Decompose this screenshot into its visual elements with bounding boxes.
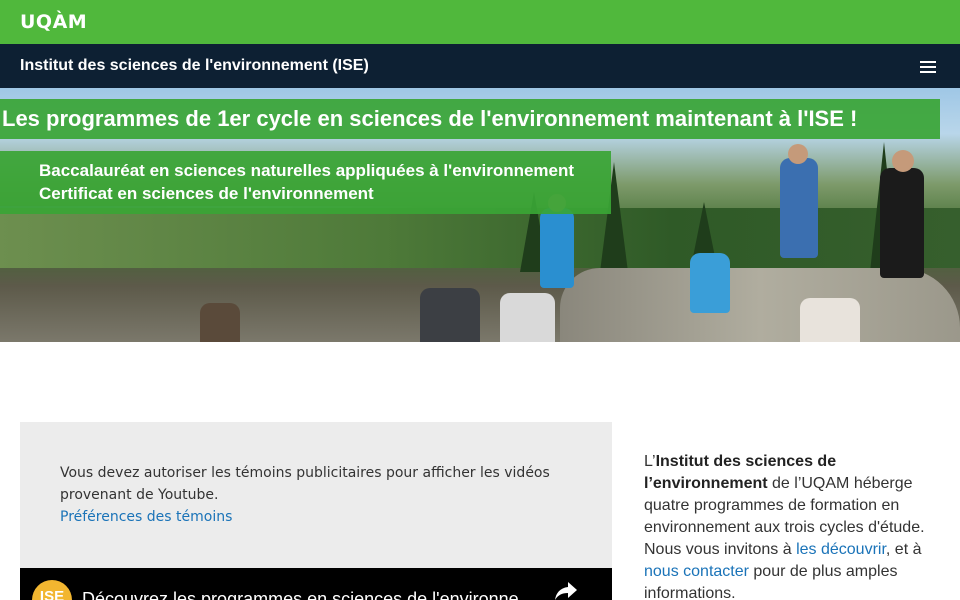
- hamburger-menu-icon[interactable]: [918, 57, 938, 75]
- hero-photo-person: [880, 168, 924, 278]
- site-title[interactable]: Institut des sciences de l'environnement…: [20, 56, 369, 76]
- contact-us-link[interactable]: nous contacter: [644, 563, 749, 580]
- cookie-consent-message: Vous devez autoriser les témoins publici…: [60, 465, 550, 503]
- hero-photo-person: [500, 293, 555, 342]
- discover-programs-link[interactable]: les découvrir: [796, 541, 886, 558]
- hero-photo-person: [780, 158, 818, 258]
- institute-intro-paragraph: L’Institut des sciences de l’environneme…: [644, 451, 934, 600]
- hero-headline: Les programmes de 1er cycle en sciences …: [2, 106, 858, 131]
- intro-text-2: , et à: [885, 541, 922, 558]
- uqam-logo[interactable]: UQÀM: [20, 11, 87, 33]
- uqam-top-bar: UQÀM: [0, 0, 960, 44]
- cookie-preferences-link[interactable]: Préférences des témoins: [60, 506, 232, 528]
- hero-photo-person: [540, 208, 574, 288]
- hero-banner[interactable]: Les programmes de 1er cycle en sciences …: [0, 88, 960, 342]
- hero-program-bachelor: Baccalauréat en sciences naturelles appl…: [39, 161, 575, 180]
- hero-photo-person: [788, 144, 808, 164]
- video-title[interactable]: Découvrez les programmes en sciences de …: [82, 588, 522, 600]
- channel-avatar[interactable]: ISE: [32, 580, 72, 600]
- hero-photo-rock: [560, 268, 960, 342]
- site-header: Institut des sciences de l'environnement…: [0, 44, 960, 88]
- hero-photo-person: [690, 253, 730, 313]
- youtube-video-embed[interactable]: ISE Découvrez les programmes en sciences…: [20, 568, 612, 600]
- intro-prefix: L’: [644, 453, 656, 470]
- hero-photo-person: [200, 303, 240, 342]
- share-arrow-icon[interactable]: [554, 580, 578, 600]
- hero-photo-person: [892, 150, 914, 172]
- hero-photo-person: [800, 298, 860, 342]
- hero-program-certificate: Certificat en sciences de l'environnemen…: [39, 184, 374, 203]
- hero-photo-person: [420, 288, 480, 342]
